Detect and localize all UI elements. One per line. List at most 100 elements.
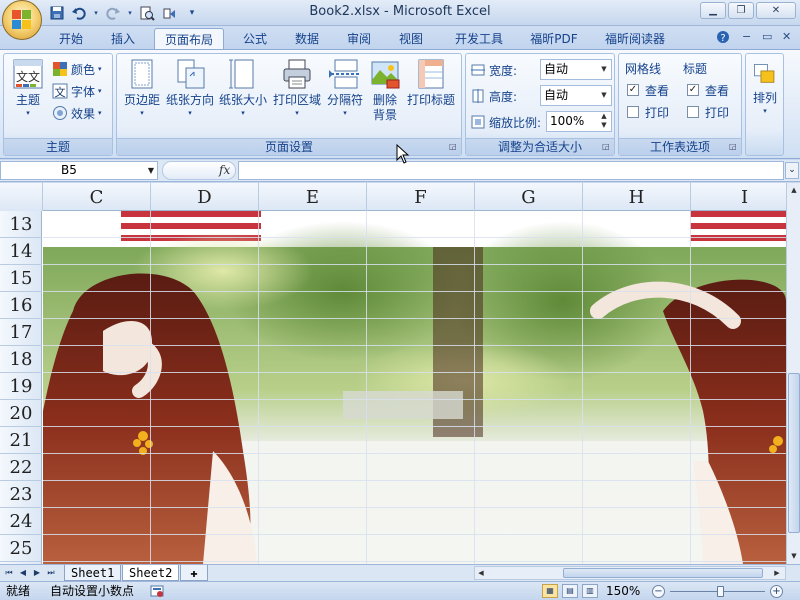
page-setup-launcher-icon[interactable]: ◲ bbox=[449, 142, 459, 152]
vertical-scrollbar[interactable]: ▲ ▼ bbox=[786, 183, 800, 564]
insert-function-icon[interactable]: fx bbox=[219, 163, 230, 177]
gridlines-view-checkbox[interactable]: ✓ 查看 bbox=[627, 80, 669, 100]
doc-close-icon[interactable]: ✕ bbox=[782, 30, 791, 43]
checkbox-unchecked-icon bbox=[687, 106, 699, 118]
doc-restore-icon[interactable]: ▭ bbox=[762, 30, 772, 43]
print-titles-label: 打印标题 bbox=[406, 93, 455, 107]
row-header-16[interactable]: 16 bbox=[0, 292, 42, 319]
horizontal-scroll-thumb[interactable] bbox=[563, 568, 763, 578]
office-button[interactable] bbox=[2, 0, 42, 40]
spinner-arrows-icon[interactable]: ▲ ▼ bbox=[597, 112, 611, 131]
svg-text:?: ? bbox=[720, 33, 725, 44]
horizontal-scrollbar[interactable]: ◀ ▶ bbox=[474, 566, 786, 580]
row-header-24[interactable]: 24 bbox=[0, 508, 42, 535]
zoom-out-icon[interactable]: − bbox=[652, 585, 665, 598]
tab-foxit-reader[interactable]: 福昕阅读器 bbox=[598, 28, 672, 50]
zoom-in-icon[interactable]: + bbox=[770, 585, 783, 598]
tab-data[interactable]: 数据 bbox=[288, 28, 326, 50]
prev-sheet-icon[interactable]: ◀ bbox=[18, 567, 28, 579]
headings-print-checkbox[interactable]: 打印 bbox=[687, 102, 729, 122]
zoom-level[interactable]: 150% bbox=[606, 584, 640, 599]
tab-review[interactable]: 审阅 bbox=[340, 28, 378, 50]
scale-spinner[interactable]: 100% ▲ ▼ bbox=[546, 111, 612, 132]
row-header-13[interactable]: 13 bbox=[0, 211, 42, 238]
headings-print-label: 打印 bbox=[705, 105, 730, 120]
tab-formulas[interactable]: 公式 bbox=[236, 28, 274, 50]
chevron-down-icon[interactable]: ▼ bbox=[148, 162, 154, 179]
tab-view[interactable]: 视图 bbox=[392, 28, 430, 50]
page-break-preview-icon[interactable]: ▥ bbox=[582, 584, 598, 598]
column-header-h[interactable]: H bbox=[583, 183, 691, 211]
effects-button[interactable]: 效果 ▾ bbox=[52, 103, 102, 123]
last-sheet-icon[interactable]: ⏭ bbox=[46, 567, 56, 579]
height-value: 自动 bbox=[544, 88, 569, 102]
help-icon[interactable]: ? bbox=[716, 30, 730, 47]
width-select[interactable]: 自动 ▼ bbox=[540, 59, 612, 80]
row-header-22[interactable]: 22 bbox=[0, 454, 42, 481]
expand-formula-bar-icon[interactable]: ⌄ bbox=[785, 162, 799, 179]
row-header-21[interactable]: 21 bbox=[0, 427, 42, 454]
normal-view-icon[interactable]: ▦ bbox=[542, 584, 558, 598]
sheet-options-launcher-icon[interactable]: ◲ bbox=[729, 142, 739, 152]
print-titles-button[interactable]: 打印标题 bbox=[405, 58, 457, 108]
scroll-right-icon[interactable]: ▶ bbox=[771, 567, 783, 579]
tab-developer[interactable]: 开发工具 bbox=[448, 28, 510, 50]
row-header-23[interactable]: 23 bbox=[0, 481, 42, 508]
insert-sheet-icon[interactable]: ✚ bbox=[180, 565, 208, 581]
scale-row: 缩放比例: bbox=[470, 112, 541, 132]
row-header-15[interactable]: 15 bbox=[0, 265, 42, 292]
scroll-left-icon[interactable]: ◀ bbox=[475, 567, 487, 579]
scroll-up-icon[interactable]: ▲ bbox=[788, 183, 800, 197]
formula-input[interactable] bbox=[238, 161, 784, 180]
name-box[interactable]: B5 ▼ bbox=[0, 161, 158, 180]
fonts-button[interactable]: 文 字体 ▾ bbox=[52, 81, 102, 101]
zoom-slider-thumb[interactable] bbox=[717, 586, 724, 597]
row-header-18[interactable]: 18 bbox=[0, 346, 42, 373]
macro-record-icon[interactable] bbox=[150, 584, 164, 600]
column-header-e[interactable]: E bbox=[259, 183, 367, 211]
minimize-icon[interactable]: ▁ bbox=[700, 2, 726, 19]
row-header-14[interactable]: 14 bbox=[0, 238, 42, 265]
select-all-corner[interactable] bbox=[0, 183, 43, 211]
row-header-20[interactable]: 20 bbox=[0, 400, 42, 427]
themes-button[interactable]: 文文 主题 ▾ bbox=[8, 58, 48, 118]
column-header-c[interactable]: C bbox=[43, 183, 151, 211]
tab-page-layout[interactable]: 页面布局 bbox=[154, 28, 224, 50]
margins-icon bbox=[131, 59, 153, 89]
row-header-19[interactable]: 19 bbox=[0, 373, 42, 400]
column-header-i[interactable]: I bbox=[691, 183, 786, 211]
next-sheet-icon[interactable]: ▶ bbox=[32, 567, 42, 579]
first-sheet-icon[interactable]: ⏮ bbox=[4, 567, 14, 579]
page-layout-view-icon[interactable]: ▤ bbox=[562, 584, 578, 598]
size-button[interactable]: 纸张大小 ▾ bbox=[217, 58, 269, 118]
height-select[interactable]: 自动 ▼ bbox=[540, 85, 612, 106]
row-header-17[interactable]: 17 bbox=[0, 319, 42, 346]
tab-insert[interactable]: 插入 bbox=[104, 28, 142, 50]
arrange-button[interactable]: 排列 ▾ bbox=[748, 58, 782, 116]
print-area-button[interactable]: 打印区域 ▾ bbox=[271, 58, 323, 118]
tab-foxit-pdf[interactable]: 福昕PDF bbox=[524, 28, 584, 50]
arrange-label: 排列 bbox=[752, 91, 777, 105]
ribbon-minimize-icon[interactable]: − bbox=[742, 30, 751, 43]
delete-background-button[interactable]: 删除 背景 bbox=[367, 58, 403, 123]
column-header-d[interactable]: D bbox=[151, 183, 259, 211]
scale-launcher-icon[interactable]: ◲ bbox=[602, 142, 612, 152]
row-header-25[interactable]: 25 bbox=[0, 535, 42, 562]
margins-button[interactable]: 页边距 ▾ bbox=[121, 58, 163, 118]
headings-view-checkbox[interactable]: ✓ 查看 bbox=[687, 80, 729, 100]
sheet-tab-sheet2[interactable]: Sheet2 bbox=[122, 565, 180, 581]
column-header-g[interactable]: G bbox=[475, 183, 583, 211]
colors-button[interactable]: 颜色 ▾ bbox=[52, 59, 102, 79]
cell-area[interactable] bbox=[43, 211, 786, 564]
sheet-tab-sheet1[interactable]: Sheet1 bbox=[64, 565, 122, 581]
column-header-f[interactable]: F bbox=[367, 183, 475, 211]
gridlines-print-checkbox[interactable]: 打印 bbox=[627, 102, 669, 122]
tab-home[interactable]: 开始 bbox=[52, 28, 90, 50]
restore-icon[interactable]: ❐ bbox=[728, 2, 754, 19]
vertical-scroll-thumb[interactable] bbox=[788, 373, 800, 533]
themes-icon: 文文 bbox=[13, 59, 43, 89]
breaks-button[interactable]: 分隔符 ▾ bbox=[323, 58, 367, 118]
scroll-down-icon[interactable]: ▼ bbox=[788, 549, 800, 563]
close-icon[interactable]: ✕ bbox=[756, 2, 796, 19]
orientation-button[interactable]: 纸张方向 ▾ bbox=[165, 58, 215, 118]
